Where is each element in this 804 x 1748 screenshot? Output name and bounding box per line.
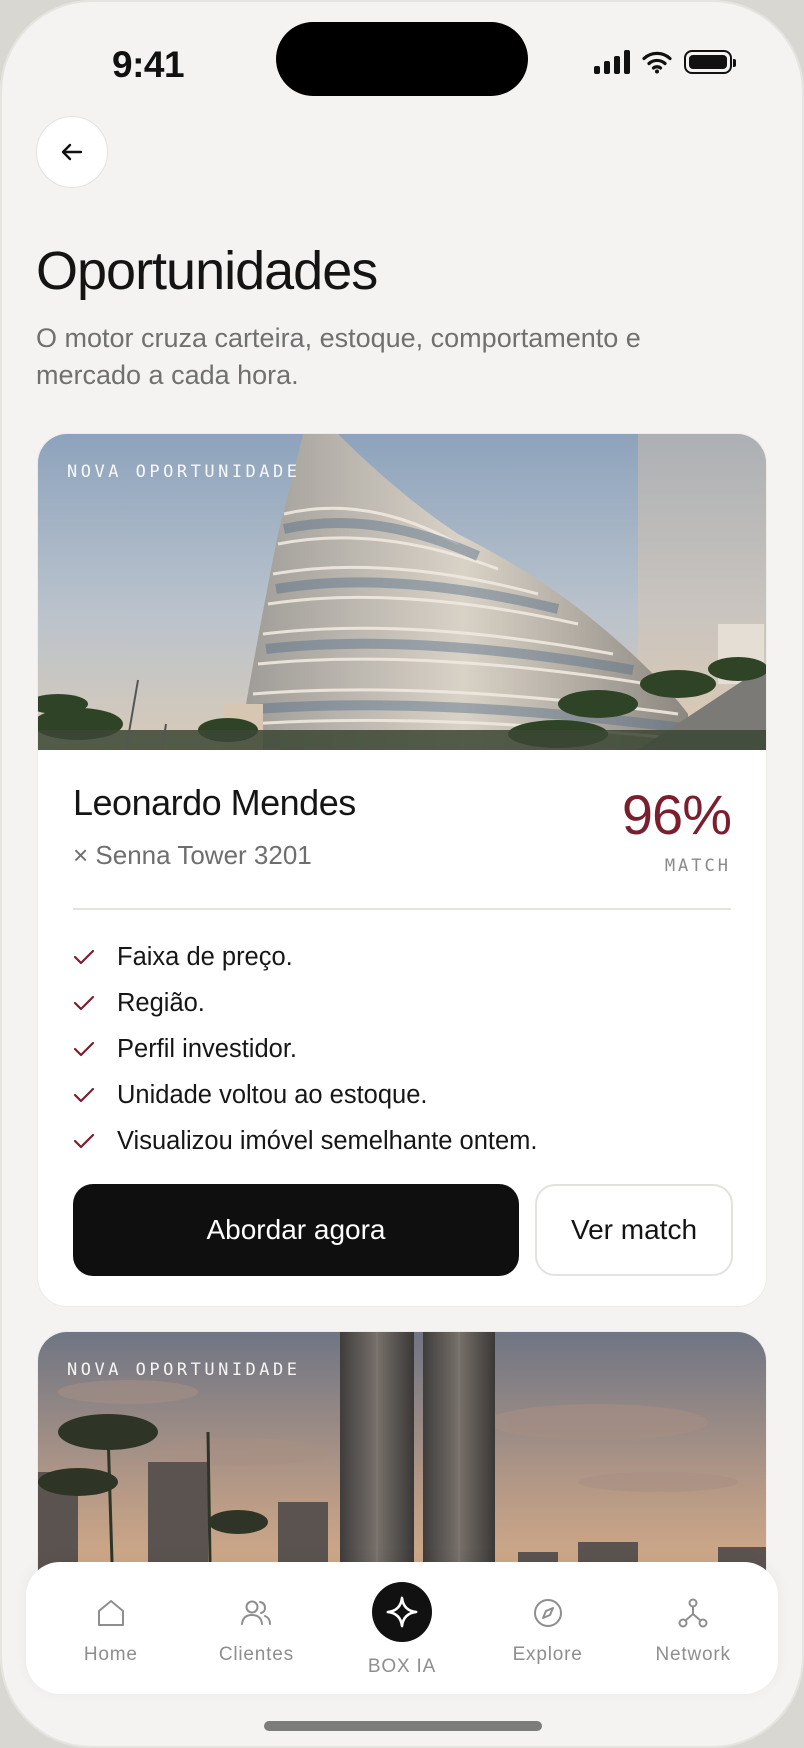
wifi-icon: [642, 51, 672, 74]
check-icon: [73, 995, 99, 1011]
arrow-left-icon: [61, 143, 83, 161]
opportunity-tag: NOVA OPORTUNIDADE: [67, 1360, 301, 1380]
list-item: Perfil investidor.: [73, 1026, 538, 1072]
approach-now-button[interactable]: Abordar agora: [73, 1184, 519, 1276]
list-item: Região.: [73, 980, 538, 1026]
home-icon: [97, 1600, 124, 1626]
reason-text: Unidade voltou ao estoque.: [117, 1080, 428, 1109]
check-icon: [73, 949, 99, 965]
phone-screen: 9:41 Oportunidades O motor cruza carteir…: [0, 0, 804, 1748]
opportunity-card[interactable]: NOVA OPORTUNIDADE Leonardo Mendes × Senn…: [37, 433, 767, 1307]
reason-text: Faixa de preço.: [117, 942, 293, 971]
reason-text: Visualizou imóvel semelhante ontem.: [117, 1126, 538, 1155]
compass-icon: [533, 1599, 562, 1627]
tab-label: Home: [83, 1644, 138, 1665]
opportunity-tag: NOVA OPORTUNIDADE: [67, 462, 301, 482]
list-item: Unidade voltou ao estoque.: [73, 1072, 538, 1118]
view-match-button[interactable]: Ver match: [535, 1184, 733, 1276]
bottom-tab-bar: Home Clientes BOX IA Explore Network: [26, 1562, 778, 1694]
match-reasons-list: Faixa de preço. Região. Perfil investido…: [73, 934, 538, 1164]
page-subtitle: O motor cruza carteira, estoque, comport…: [36, 323, 641, 390]
page-title: Oportunidades: [36, 241, 378, 301]
reason-text: Região.: [117, 988, 205, 1017]
check-icon: [73, 1133, 99, 1149]
battery-icon: [684, 50, 736, 74]
network-icon: [678, 1598, 708, 1628]
tab-clientes[interactable]: Clientes: [186, 1562, 326, 1666]
cellular-signal-icon: [594, 50, 630, 74]
status-time: 9:41: [112, 44, 185, 85]
back-button[interactable]: [36, 116, 108, 188]
tab-label: Clientes: [218, 1644, 294, 1665]
reason-text: Perfil investidor.: [117, 1034, 297, 1063]
match-label: MATCH: [664, 856, 731, 876]
list-item: Visualizou imóvel semelhante ontem.: [73, 1118, 538, 1164]
users-icon: [241, 1600, 272, 1625]
divider: [73, 908, 731, 910]
tab-label: Explore: [512, 1644, 583, 1665]
tab-network[interactable]: Network: [623, 1562, 763, 1666]
match-percentage: 96%: [621, 783, 732, 846]
card-header: Leonardo Mendes × Senna Tower 3201 96% M…: [73, 782, 732, 892]
tab-label: Network: [655, 1644, 731, 1665]
sparkle-icon: [386, 1596, 418, 1628]
check-icon: [73, 1087, 99, 1103]
list-item: Faixa de preço.: [73, 934, 538, 980]
tab-explore[interactable]: Explore: [478, 1562, 618, 1666]
tab-label: BOX IA: [367, 1656, 437, 1677]
ai-button: [371, 1582, 432, 1642]
tab-home[interactable]: Home: [41, 1562, 181, 1666]
check-icon: [73, 1041, 99, 1057]
home-indicator[interactable]: [264, 1721, 542, 1731]
property-image: NOVA OPORTUNIDADE: [38, 434, 766, 750]
status-icons: [594, 50, 736, 74]
tab-box-ia[interactable]: BOX IA: [332, 1562, 472, 1678]
dynamic-island: [276, 22, 528, 96]
